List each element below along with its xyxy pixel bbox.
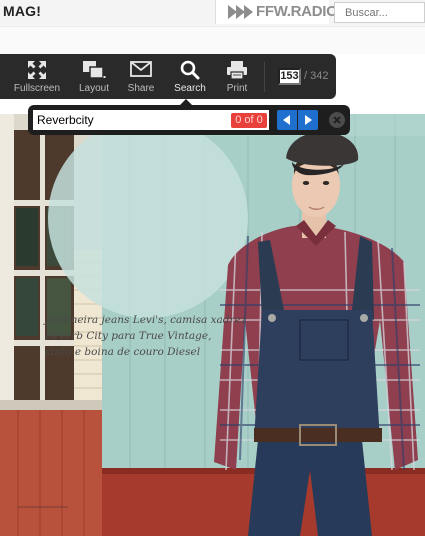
- print-label: Print: [226, 83, 248, 94]
- fullscreen-icon: [28, 61, 46, 79]
- site-logo[interactable]: MAG!: [3, 3, 41, 19]
- layout-label: Layout: [78, 83, 110, 94]
- photo-caption: Jardineira jeans Levi's, camisa xadrez R…: [45, 312, 255, 360]
- search-button[interactable]: Search: [168, 54, 212, 99]
- caption-line: Reverb City para True Vintage,: [45, 330, 212, 342]
- radio-tab[interactable]: FFW.RADIO: [215, 0, 338, 24]
- arrow-right-icon: [305, 115, 312, 125]
- printer-icon: [227, 61, 247, 80]
- page-number-input[interactable]: [278, 68, 301, 85]
- site-search-input[interactable]: [334, 2, 425, 23]
- share-button[interactable]: Share: [121, 54, 161, 99]
- search-label: Search: [174, 83, 206, 94]
- envelope-icon: [130, 61, 152, 77]
- arrow-left-icon: [283, 115, 290, 125]
- previous-result-button[interactable]: [277, 110, 297, 130]
- fullscreen-button[interactable]: Fullscreen: [4, 54, 70, 99]
- caption-line: cinto e boina de couro Diesel: [45, 346, 201, 358]
- site-strip: [0, 26, 425, 54]
- play-arrows-icon: [228, 5, 253, 19]
- next-result-button[interactable]: [298, 110, 318, 130]
- site-header: MAG! FFW.RADIO: [0, 0, 425, 26]
- toolbar-divider: [264, 62, 265, 92]
- layout-icon: [83, 61, 106, 79]
- close-search-button[interactable]: [329, 112, 345, 128]
- radio-label: FFW.RADIO: [256, 3, 338, 20]
- page-total: / 342: [304, 70, 329, 82]
- caption-line: Jardineira jeans Levi's, camisa xadrez: [45, 314, 247, 326]
- magazine-page[interactable]: Jardineira jeans Levi's, camisa xadrez R…: [0, 114, 425, 536]
- share-label: Share: [127, 83, 155, 94]
- layout-button[interactable]: Layout: [72, 54, 116, 99]
- search-icon: [180, 60, 200, 80]
- fullscreen-label: Fullscreen: [13, 83, 61, 94]
- close-icon: [333, 116, 341, 124]
- print-button[interactable]: Print: [218, 54, 256, 99]
- search-result-count: 0 of 0: [231, 113, 267, 128]
